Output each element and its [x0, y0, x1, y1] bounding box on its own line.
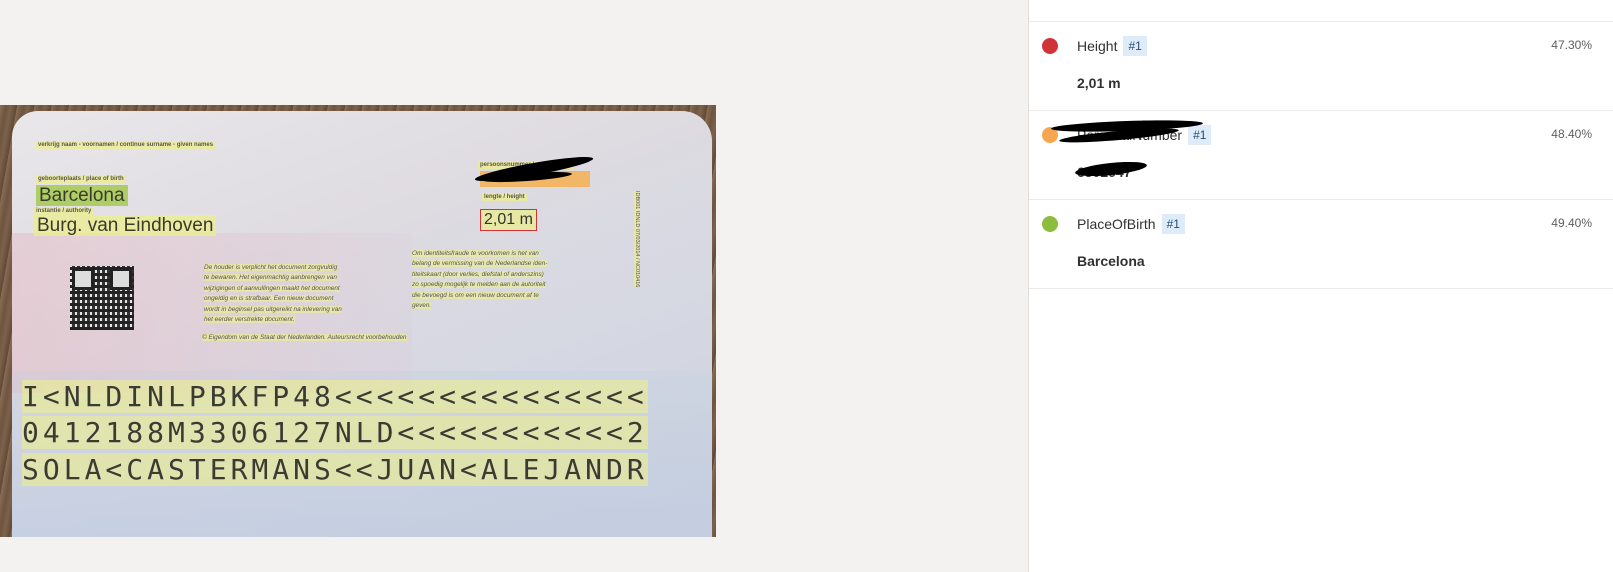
- place-of-birth-value[interactable]: Barcelona: [36, 185, 128, 206]
- field-tag: #1: [1188, 125, 1212, 145]
- paragraph-left-line[interactable]: het eerder verstrekte document.: [204, 316, 295, 324]
- field-confidence: 49.40%: [1551, 216, 1592, 230]
- qr-code: [70, 266, 134, 330]
- mrz-line-3[interactable]: SOLA<CASTERMANS<<JUAN<ALEJANDR: [22, 453, 648, 486]
- authority-value[interactable]: Burg. van Eindhoven: [34, 215, 217, 236]
- document-image: verkrijg naam - voornamen / continue sur…: [0, 105, 716, 537]
- field-color-dot: [1042, 38, 1058, 54]
- paragraph-right-line[interactable]: Om identiteitsfraude te voorkomen is het…: [412, 250, 539, 257]
- field-value: 2,01 m: [1077, 75, 1121, 91]
- paragraph-left: De houder is verplicht het document zorg…: [204, 263, 414, 325]
- label-height[interactable]: lengte / height: [482, 193, 527, 201]
- paragraph-right-line[interactable]: titeitskaart (door verlies, diefstal of …: [412, 270, 544, 278]
- field-confidence: 48.40%: [1551, 127, 1592, 141]
- paragraph-left-line[interactable]: ongeldig en is strafbaar. Een nieuw docu…: [204, 295, 334, 303]
- field-color-dot: [1042, 216, 1058, 232]
- height-value[interactable]: 2,01 m: [480, 209, 537, 231]
- label-surname[interactable]: verkrijg naam - voornamen / continue sur…: [36, 141, 216, 149]
- ownership-line: © Eigendom van de Staat der Nederlanden.…: [202, 333, 407, 343]
- document-canvas: verkrijg naam - voornamen / continue sur…: [0, 0, 1028, 572]
- field-confidence: 47.30%: [1551, 38, 1592, 52]
- field-item-height[interactable]: Height #1 47.30% 2,01 m: [1029, 22, 1613, 111]
- paragraph-right-line[interactable]: zo spoedig mogelijk te melden aan de aut…: [412, 281, 546, 289]
- mrz-line-1[interactable]: I<NLDINLPBKFP48<<<<<<<<<<<<<<<: [22, 380, 648, 413]
- field-item-personal-number[interactable]: PersonalNumber#1 48.40% 6502047: [1029, 111, 1613, 200]
- label-authority[interactable]: instantie / authority: [34, 207, 94, 215]
- label-place-of-birth[interactable]: geboorteplaats / place of birth: [36, 175, 126, 183]
- paragraph-right-line[interactable]: geven.: [412, 302, 432, 310]
- paragraph-right-line[interactable]: belang de vermissing van de Nederlandse …: [412, 260, 548, 268]
- paragraph-left-line[interactable]: wordt in beginsel pas uitgereikt na inle…: [204, 305, 342, 313]
- paragraph-left-line[interactable]: wijzigingen of aanvullingen maakt het do…: [204, 284, 340, 292]
- mrz-line-2[interactable]: 0412188M3306127NLD<<<<<<<<<<<2: [22, 416, 648, 449]
- paragraph-left-line[interactable]: De houder is verplicht het document zorg…: [204, 264, 338, 271]
- side-code-text[interactable]: IDB001 IDNLD 07/03/2014 / NC010416: [634, 191, 640, 288]
- paragraph-left-line[interactable]: te bewaren. Het eigenmachtig aanbrengen …: [204, 274, 337, 282]
- ownership-text[interactable]: © Eigendom van de Staat der Nederlanden.…: [202, 334, 407, 341]
- previous-item-cutoff: [1029, 0, 1613, 22]
- field-name: PlaceOfBirth #1: [1077, 214, 1185, 234]
- field-tag: #1: [1161, 214, 1185, 234]
- field-item-place-of-birth[interactable]: PlaceOfBirth #1 49.40% Barcelona: [1029, 200, 1613, 289]
- side-code: IDB001 IDNLD 07/03/2014 / NC010416: [632, 191, 642, 288]
- paragraph-right: Om identiteitsfraude te voorkomen is het…: [412, 249, 622, 311]
- fields-panel: Height#1 47.30% 2,01 m PersonalNumber#1 …: [1028, 0, 1613, 572]
- paragraph-right-line[interactable]: die bevoegd is om een nieuw document af …: [412, 291, 539, 299]
- field-value: Barcelona: [1077, 253, 1145, 269]
- id-card-back: verkrijg naam - voornamen / continue sur…: [12, 111, 712, 537]
- field-name: Height #1: [1077, 36, 1147, 56]
- field-tag: #1: [1123, 36, 1147, 56]
